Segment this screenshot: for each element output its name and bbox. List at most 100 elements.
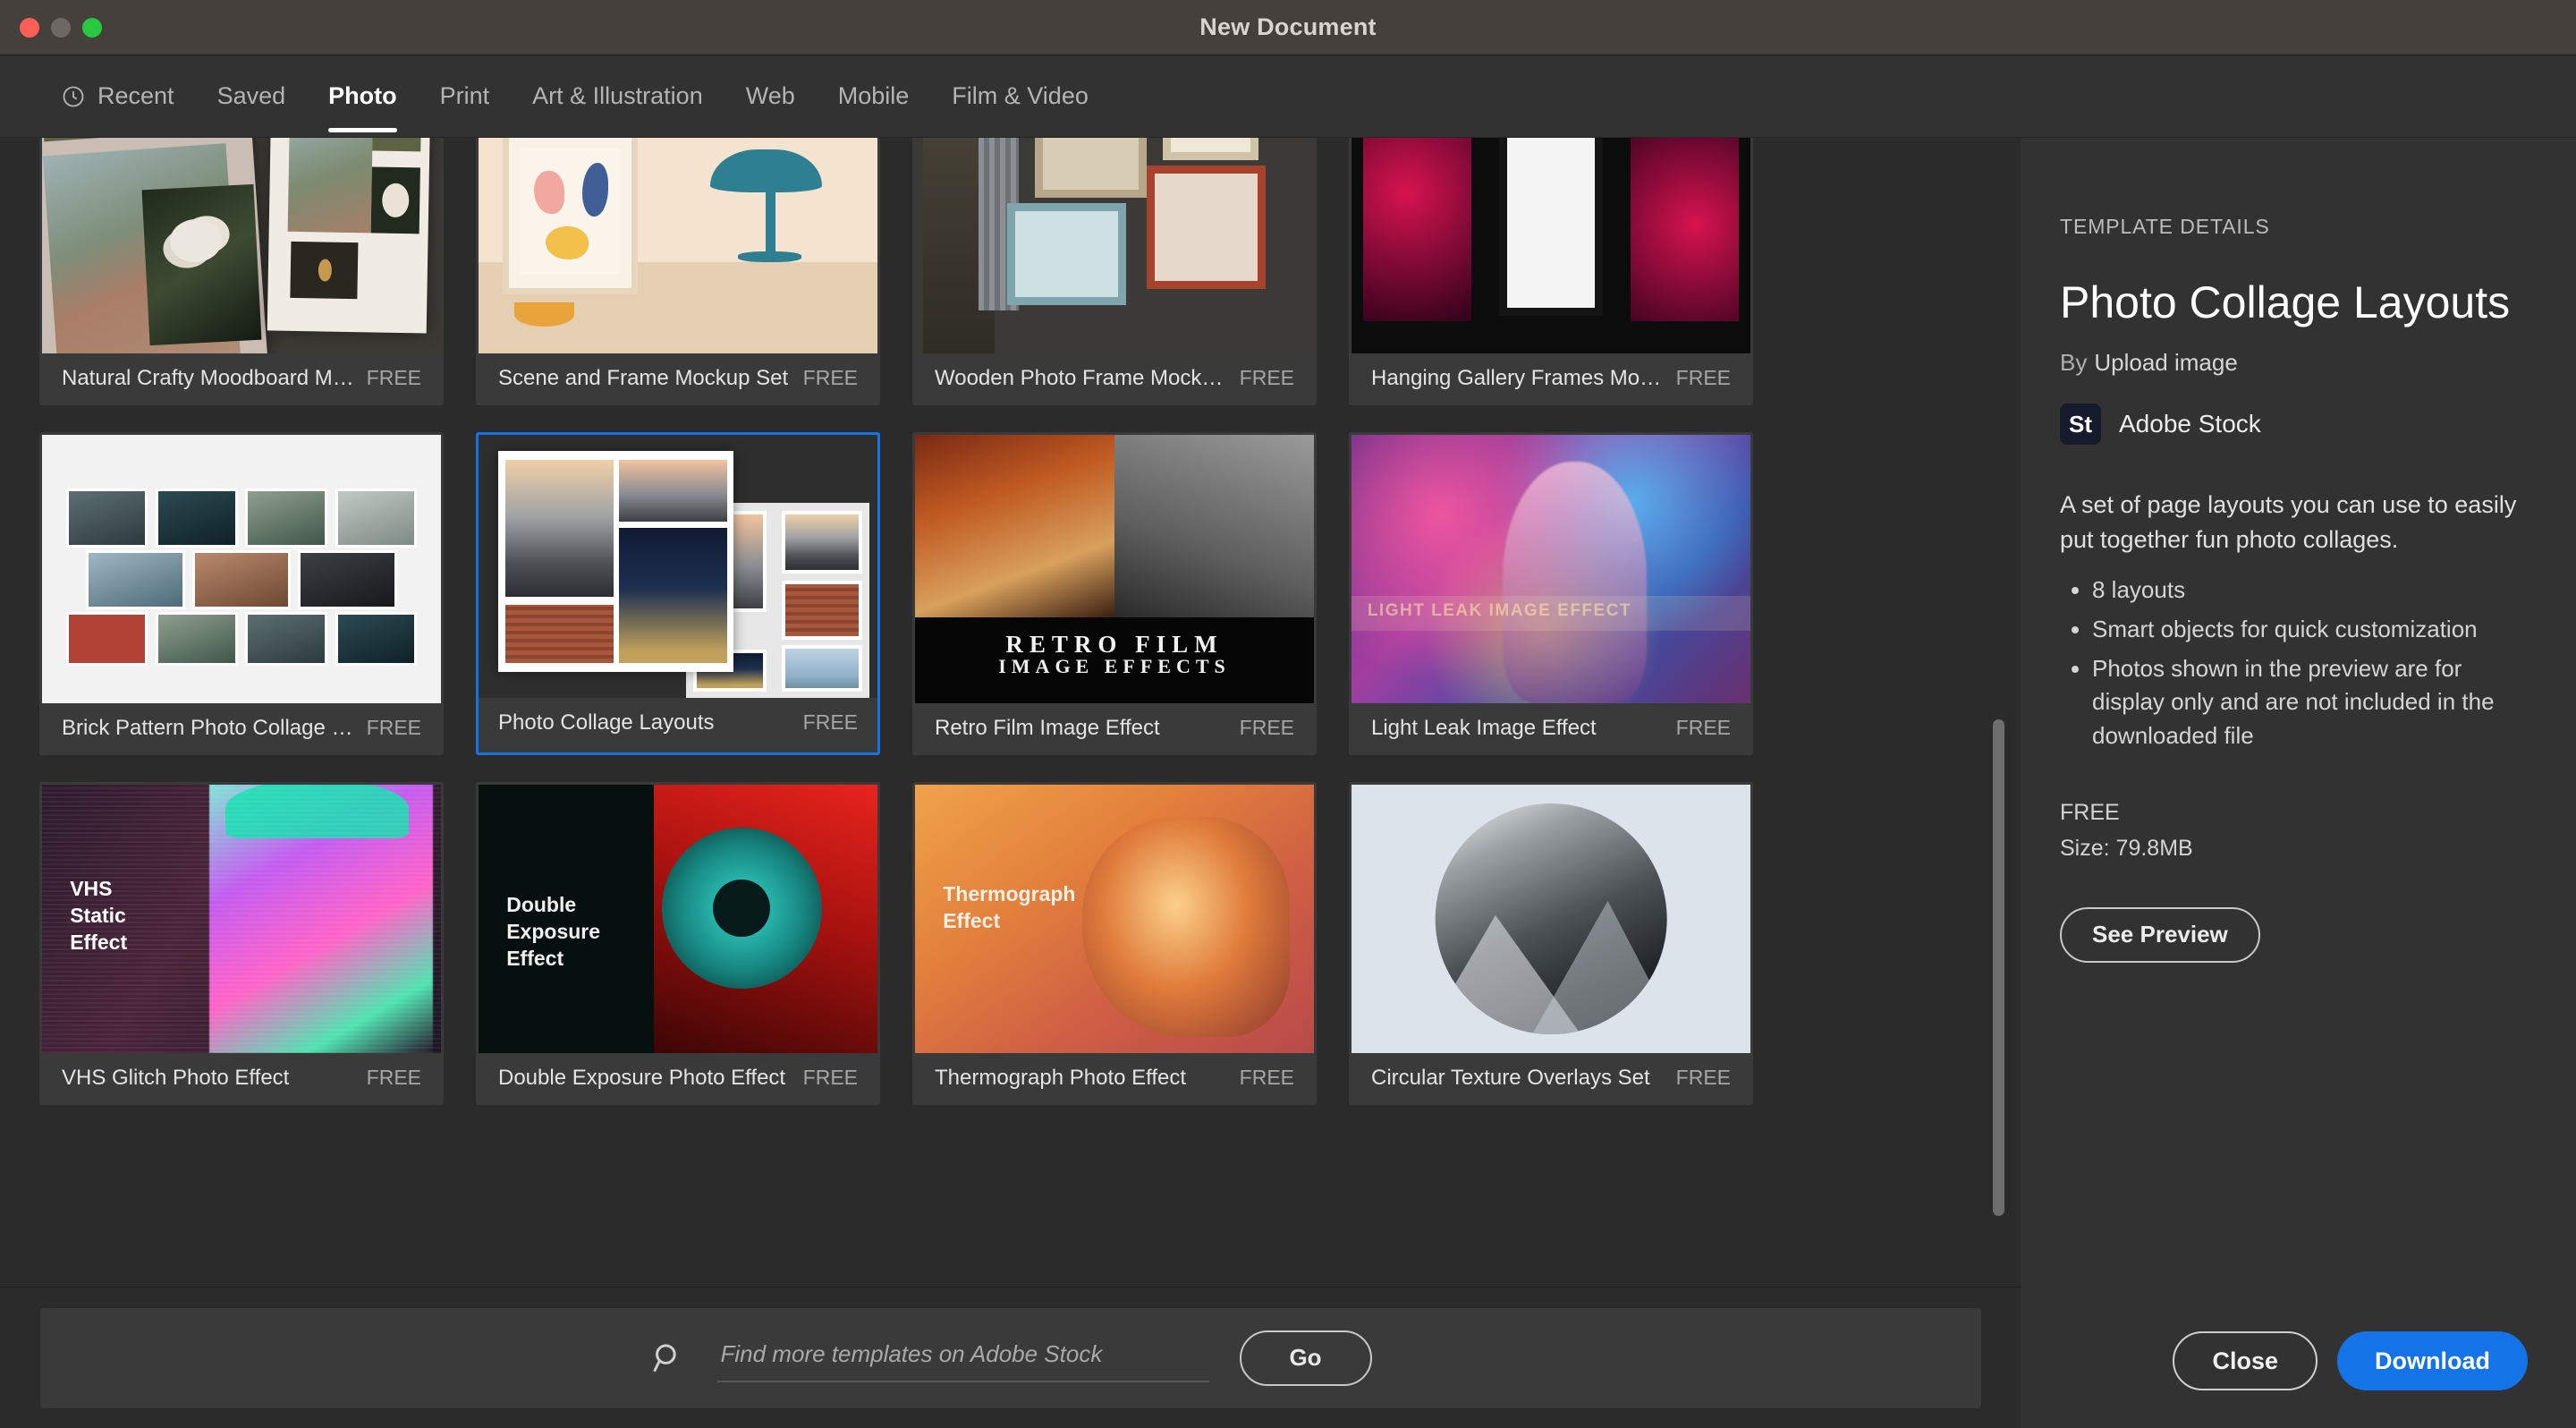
photo-collage-art	[479, 435, 877, 698]
template-thumbnail	[1352, 138, 1750, 353]
brick-collage-art	[42, 435, 441, 703]
template-card-bar: Brick Pattern Photo Collage Layo... FREE	[42, 703, 441, 752]
template-card-bar: Double Exposure Photo Effect FREE	[479, 1053, 877, 1102]
template-card-bar: Thermograph Photo Effect FREE	[915, 1053, 1314, 1102]
close-button[interactable]: Close	[2173, 1331, 2318, 1390]
tab-mobile-label: Mobile	[837, 82, 910, 109]
light-leak-art: LIGHT LEAK IMAGE EFFECT	[1352, 435, 1750, 703]
template-card[interactable]: Circular Texture Overlays Set FREE	[1349, 782, 1753, 1105]
template-thumbnail: Thermograph Effect	[915, 785, 1314, 1053]
tab-web[interactable]: Web	[724, 55, 817, 138]
template-name: Light Leak Image Effect	[1371, 715, 1597, 740]
byline-author: Upload image	[2094, 349, 2238, 376]
template-card[interactable]: RETRO FILM IMAGE EFFECTS Retro Film Imag…	[912, 432, 1317, 755]
tab-saved-label: Saved	[216, 82, 286, 109]
template-name: Double Exposure Photo Effect	[498, 1065, 786, 1090]
category-tabbar: Recent Saved Photo Print Art & Illustrat…	[0, 55, 2576, 138]
template-card-bar: Retro Film Image Effect FREE	[915, 703, 1314, 752]
details-bullet: Photos shown in the preview are for disp…	[2092, 652, 2528, 753]
adobe-stock-icon: St	[2060, 404, 2101, 445]
template-thumbnail: VHS Static Effect	[42, 785, 441, 1053]
circular-texture-art	[1352, 785, 1750, 1053]
template-card-selected[interactable]: Photo Collage Layouts FREE	[476, 432, 880, 755]
details-provider: St Adobe Stock	[2060, 404, 2528, 445]
tab-art-illustration[interactable]: Art & Illustration	[511, 55, 724, 138]
template-card[interactable]: Scene and Frame Mockup Set FREE	[476, 138, 880, 405]
overlay-line-3: Effect	[506, 946, 564, 970]
byline-prefix: By	[2060, 349, 2088, 376]
stock-search-strip: Go	[0, 1287, 2021, 1428]
template-price: FREE	[1239, 716, 1294, 739]
tab-print[interactable]: Print	[419, 55, 512, 138]
overlay-line-2: Exposure	[506, 919, 601, 943]
tab-saved[interactable]: Saved	[196, 55, 308, 138]
scrollbar-thumb[interactable]	[1993, 719, 2004, 1216]
template-browser: Natural Crafty Moodboard Mockup FREE	[0, 138, 2021, 1428]
template-name: Hanging Gallery Frames Mockups	[1371, 365, 1665, 390]
template-card[interactable]: Natural Crafty Moodboard Mockup FREE	[39, 138, 444, 405]
template-price: FREE	[366, 716, 421, 739]
template-card[interactable]: Wooden Photo Frame Mockup Set FREE	[912, 138, 1317, 405]
details-title: Photo Collage Layouts	[2060, 277, 2511, 327]
template-card[interactable]: Hanging Gallery Frames Mockups FREE	[1349, 138, 1753, 405]
template-card[interactable]: Brick Pattern Photo Collage Layo... FREE	[39, 432, 444, 755]
search-go-button[interactable]: Go	[1239, 1330, 1372, 1386]
search-icon	[649, 1339, 687, 1377]
template-grid-viewport: Natural Crafty Moodboard Mockup FREE	[0, 138, 2021, 1287]
tab-film-video-label: Film & Video	[952, 82, 1089, 109]
template-card-bar: Scene and Frame Mockup Set FREE	[479, 353, 877, 403]
double-exposure-art: Double Exposure Effect	[479, 785, 877, 1053]
tab-photo[interactable]: Photo	[307, 55, 418, 138]
template-grid-scrollbar[interactable]	[1988, 138, 2008, 1287]
template-price: FREE	[366, 1066, 421, 1089]
search-input[interactable]	[716, 1333, 1209, 1382]
details-price: FREE	[2060, 799, 2120, 825]
template-card-bar: Natural Crafty Moodboard Mockup FREE	[42, 353, 441, 403]
template-name: Brick Pattern Photo Collage Layo...	[62, 715, 356, 740]
template-name: Scene and Frame Mockup Set	[498, 365, 789, 390]
template-card[interactable]: LIGHT LEAK IMAGE EFFECT Light Leak Image…	[1349, 432, 1753, 755]
template-grid: Natural Crafty Moodboard Mockup FREE	[0, 138, 2021, 1132]
template-name: VHS Glitch Photo Effect	[62, 1065, 290, 1090]
details-bullet: Smart objects for quick customization	[2092, 613, 2528, 647]
download-button[interactable]: Download	[2337, 1331, 2528, 1390]
details-description: A set of page layouts you can use to eas…	[2060, 491, 2517, 554]
template-thumbnail	[915, 138, 1314, 353]
template-name: Circular Texture Overlays Set	[1371, 1065, 1650, 1090]
thumbnail-overlay-text: Double Exposure Effect	[506, 892, 600, 973]
tab-film-video[interactable]: Film & Video	[930, 55, 1110, 138]
template-card[interactable]: Thermograph Effect Thermograph Photo Eff…	[912, 782, 1317, 1105]
template-name: Thermograph Photo Effect	[935, 1065, 1187, 1090]
template-thumbnail: RETRO FILM IMAGE EFFECTS	[915, 435, 1314, 703]
close-window-button[interactable]	[20, 17, 39, 38]
thumbnail-overlay-text: VHS Static Effect	[70, 876, 127, 956]
template-price: FREE	[1675, 366, 1731, 389]
tab-mobile[interactable]: Mobile	[817, 55, 931, 138]
retro-film-art: RETRO FILM IMAGE EFFECTS	[915, 435, 1314, 703]
overlay-line-1: Double	[506, 893, 577, 916]
minimize-window-button[interactable]	[51, 17, 71, 38]
template-card[interactable]: VHS Static Effect VHS Glitch Photo Effec…	[39, 782, 444, 1105]
template-details-panel: TEMPLATE DETAILS Photo Collage Layouts B…	[2021, 138, 2576, 1428]
thumbnail-overlay-subtext: IMAGE EFFECTS	[998, 655, 1231, 677]
thumbnail-overlay-text: LIGHT LEAK IMAGE EFFECT	[1367, 601, 1632, 620]
template-price: FREE	[1675, 716, 1731, 739]
new-document-dialog: New Document Recent Saved Photo Print Ar…	[0, 0, 2576, 1428]
window-title: New Document	[1199, 13, 1377, 40]
template-card-bar: Hanging Gallery Frames Mockups FREE	[1352, 353, 1750, 403]
template-price: FREE	[1239, 1066, 1294, 1089]
template-price: FREE	[802, 710, 858, 734]
tab-recent-label: Recent	[97, 82, 174, 109]
tab-recent[interactable]: Recent	[39, 55, 196, 138]
template-thumbnail	[479, 138, 877, 353]
dialog-footer-buttons: Close Download	[2173, 1331, 2528, 1390]
template-card-bar: Light Leak Image Effect FREE	[1352, 703, 1750, 752]
zoom-window-button[interactable]	[82, 17, 102, 38]
overlay-line-2: Effect	[943, 908, 1001, 932]
template-price: FREE	[1239, 366, 1294, 389]
overlay-line-2: Static	[70, 903, 126, 927]
stock-search-box: Go	[39, 1307, 1981, 1408]
vhs-glitch-art: VHS Static Effect	[42, 785, 441, 1053]
see-preview-button[interactable]: See Preview	[2060, 906, 2260, 963]
template-card[interactable]: Double Exposure Effect Double Exposure P…	[476, 782, 880, 1105]
